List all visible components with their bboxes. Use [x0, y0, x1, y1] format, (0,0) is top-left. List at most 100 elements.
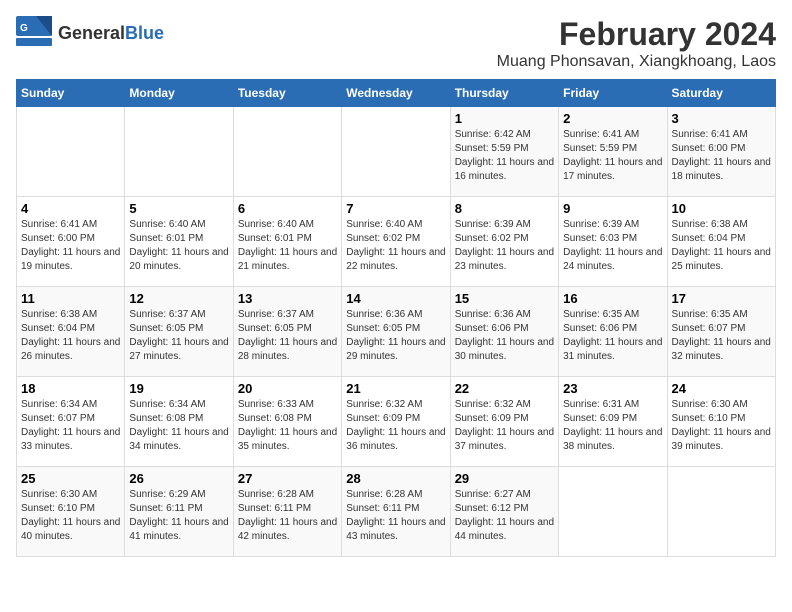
title-area: February 2024 Muang Phonsavan, Xiangkhoa… — [497, 16, 776, 71]
day-number: 27 — [238, 471, 337, 486]
day-info: Sunrise: 6:38 AM Sunset: 6:04 PM Dayligh… — [21, 308, 120, 364]
calendar-cell — [559, 467, 667, 557]
calendar-cell — [667, 467, 775, 557]
calendar-cell: 11 Sunrise: 6:38 AM Sunset: 6:04 PM Dayli… — [17, 287, 125, 377]
day-number: 12 — [129, 291, 228, 306]
day-number: 22 — [455, 381, 554, 396]
day-number: 29 — [455, 471, 554, 486]
calendar-cell: 20Sunrise: 6:33 AM Sunset: 6:08 PM Dayli… — [233, 377, 341, 467]
header-sunday: Sunday — [17, 80, 125, 107]
day-number: 25 — [21, 471, 120, 486]
calendar-week-row: 1 Sunrise: 6:42 AM Sunset: 5:59 PM Daylig… — [17, 107, 776, 197]
day-info: Sunrise: 6:35 AM Sunset: 6:07 PM Dayligh… — [672, 308, 771, 364]
page-subtitle: Muang Phonsavan, Xiangkhoang, Laos — [497, 53, 776, 71]
calendar-cell: 7Sunrise: 6:40 AM Sunset: 6:02 PM Daylig… — [342, 197, 450, 287]
day-info: Sunrise: 6:42 AM Sunset: 5:59 PM Dayligh… — [455, 128, 554, 184]
day-number: 8 — [455, 201, 554, 216]
day-number: 10 — [672, 201, 771, 216]
logo-blue: Blue — [125, 23, 164, 43]
day-number: 14 — [346, 291, 445, 306]
header-saturday: Saturday — [667, 80, 775, 107]
day-number: 17 — [672, 291, 771, 306]
calendar-week-row: 11 Sunrise: 6:38 AM Sunset: 6:04 PM Dayli… — [17, 287, 776, 377]
day-info: Sunrise: 6:40 AM Sunset: 6:01 PM Dayligh… — [238, 218, 337, 274]
day-info: Sunrise: 6:31 AM Sunset: 6:09 PM Dayligh… — [563, 398, 662, 454]
day-number: 23 — [563, 381, 662, 396]
day-info: Sunrise: 6:28 AM Sunset: 6:11 PM Dayligh… — [238, 488, 337, 544]
calendar-cell: 28 Sunrise: 6:28 AM Sunset: 6:11 PM Dayli… — [342, 467, 450, 557]
calendar-cell: 9 Sunrise: 6:39 AM Sunset: 6:03 PM Daylig… — [559, 197, 667, 287]
calendar-cell: 25 Sunrise: 6:30 AM Sunset: 6:10 PM Dayli… — [17, 467, 125, 557]
calendar-cell: 27 Sunrise: 6:28 AM Sunset: 6:11 PM Dayli… — [233, 467, 341, 557]
day-info: Sunrise: 6:34 AM Sunset: 6:08 PM Dayligh… — [129, 398, 228, 454]
calendar-cell: 3Sunrise: 6:41 AM Sunset: 6:00 PM Daylig… — [667, 107, 775, 197]
header: G GeneralBlue February 2024 Muang Phonsa… — [16, 16, 776, 71]
day-number: 18 — [21, 381, 120, 396]
calendar-cell: 4 Sunrise: 6:41 AM Sunset: 6:00 PM Daylig… — [17, 197, 125, 287]
day-number: 28 — [346, 471, 445, 486]
calendar-cell: 18 Sunrise: 6:34 AM Sunset: 6:07 PM Dayli… — [17, 377, 125, 467]
day-number: 5 — [129, 201, 228, 216]
calendar-cell: 6Sunrise: 6:40 AM Sunset: 6:01 PM Daylig… — [233, 197, 341, 287]
calendar-week-row: 25 Sunrise: 6:30 AM Sunset: 6:10 PM Dayli… — [17, 467, 776, 557]
calendar-cell — [125, 107, 233, 197]
calendar-cell: 2Sunrise: 6:41 AM Sunset: 5:59 PM Daylig… — [559, 107, 667, 197]
calendar-cell: 13 Sunrise: 6:37 AM Sunset: 6:05 PM Dayli… — [233, 287, 341, 377]
calendar-cell: 8 Sunrise: 6:39 AM Sunset: 6:02 PM Daylig… — [450, 197, 558, 287]
calendar-header-row: SundayMondayTuesdayWednesdayThursdayFrid… — [17, 80, 776, 107]
day-info: Sunrise: 6:36 AM Sunset: 6:06 PM Dayligh… — [455, 308, 554, 364]
day-number: 9 — [563, 201, 662, 216]
calendar-cell: 14 Sunrise: 6:36 AM Sunset: 6:05 PM Dayli… — [342, 287, 450, 377]
day-info: Sunrise: 6:39 AM Sunset: 6:02 PM Dayligh… — [455, 218, 554, 274]
header-monday: Monday — [125, 80, 233, 107]
calendar-table: SundayMondayTuesdayWednesdayThursdayFrid… — [16, 79, 776, 557]
day-info: Sunrise: 6:37 AM Sunset: 6:05 PM Dayligh… — [238, 308, 337, 364]
calendar-cell: 26 Sunrise: 6:29 AM Sunset: 6:11 PM Dayli… — [125, 467, 233, 557]
calendar-cell: 19Sunrise: 6:34 AM Sunset: 6:08 PM Dayli… — [125, 377, 233, 467]
calendar-cell: 22 Sunrise: 6:32 AM Sunset: 6:09 PM Dayli… — [450, 377, 558, 467]
calendar-cell — [233, 107, 341, 197]
day-number: 2 — [563, 111, 662, 126]
header-friday: Friday — [559, 80, 667, 107]
day-number: 21 — [346, 381, 445, 396]
calendar-cell: 1 Sunrise: 6:42 AM Sunset: 5:59 PM Daylig… — [450, 107, 558, 197]
day-info: Sunrise: 6:30 AM Sunset: 6:10 PM Dayligh… — [672, 398, 771, 454]
calendar-week-row: 18 Sunrise: 6:34 AM Sunset: 6:07 PM Dayli… — [17, 377, 776, 467]
day-number: 26 — [129, 471, 228, 486]
calendar-cell: 17 Sunrise: 6:35 AM Sunset: 6:07 PM Dayli… — [667, 287, 775, 377]
calendar-cell: 29 Sunrise: 6:27 AM Sunset: 6:12 PM Dayli… — [450, 467, 558, 557]
day-info: Sunrise: 6:27 AM Sunset: 6:12 PM Dayligh… — [455, 488, 554, 544]
day-number: 4 — [21, 201, 120, 216]
day-number: 13 — [238, 291, 337, 306]
day-info: Sunrise: 6:29 AM Sunset: 6:11 PM Dayligh… — [129, 488, 228, 544]
day-info: Sunrise: 6:39 AM Sunset: 6:03 PM Dayligh… — [563, 218, 662, 274]
day-info: Sunrise: 6:40 AM Sunset: 6:01 PM Dayligh… — [129, 218, 228, 274]
calendar-cell: 10 Sunrise: 6:38 AM Sunset: 6:04 PM Dayli… — [667, 197, 775, 287]
day-number: 1 — [455, 111, 554, 126]
header-wednesday: Wednesday — [342, 80, 450, 107]
day-info: Sunrise: 6:34 AM Sunset: 6:07 PM Dayligh… — [21, 398, 120, 454]
day-number: 11 — [21, 291, 120, 306]
day-info: Sunrise: 6:40 AM Sunset: 6:02 PM Dayligh… — [346, 218, 445, 274]
day-info: Sunrise: 6:37 AM Sunset: 6:05 PM Dayligh… — [129, 308, 228, 364]
day-info: Sunrise: 6:28 AM Sunset: 6:11 PM Dayligh… — [346, 488, 445, 544]
calendar-cell: 23 Sunrise: 6:31 AM Sunset: 6:09 PM Dayli… — [559, 377, 667, 467]
day-info: Sunrise: 6:36 AM Sunset: 6:05 PM Dayligh… — [346, 308, 445, 364]
calendar-cell — [342, 107, 450, 197]
svg-text:G: G — [20, 23, 28, 34]
day-info: Sunrise: 6:41 AM Sunset: 6:00 PM Dayligh… — [21, 218, 120, 274]
calendar-cell: 24Sunrise: 6:30 AM Sunset: 6:10 PM Dayli… — [667, 377, 775, 467]
day-number: 16 — [563, 291, 662, 306]
day-info: Sunrise: 6:41 AM Sunset: 6:00 PM Dayligh… — [672, 128, 771, 184]
day-info: Sunrise: 6:33 AM Sunset: 6:08 PM Dayligh… — [238, 398, 337, 454]
day-info: Sunrise: 6:32 AM Sunset: 6:09 PM Dayligh… — [455, 398, 554, 454]
logo-icon: G — [16, 16, 52, 46]
logo-general: General — [58, 23, 125, 43]
header-tuesday: Tuesday — [233, 80, 341, 107]
day-info: Sunrise: 6:35 AM Sunset: 6:06 PM Dayligh… — [563, 308, 662, 364]
calendar-cell: 12 Sunrise: 6:37 AM Sunset: 6:05 PM Dayli… — [125, 287, 233, 377]
logo: G GeneralBlue — [16, 16, 164, 51]
calendar-cell: 16 Sunrise: 6:35 AM Sunset: 6:06 PM Dayli… — [559, 287, 667, 377]
day-info: Sunrise: 6:38 AM Sunset: 6:04 PM Dayligh… — [672, 218, 771, 274]
day-info: Sunrise: 6:30 AM Sunset: 6:10 PM Dayligh… — [21, 488, 120, 544]
